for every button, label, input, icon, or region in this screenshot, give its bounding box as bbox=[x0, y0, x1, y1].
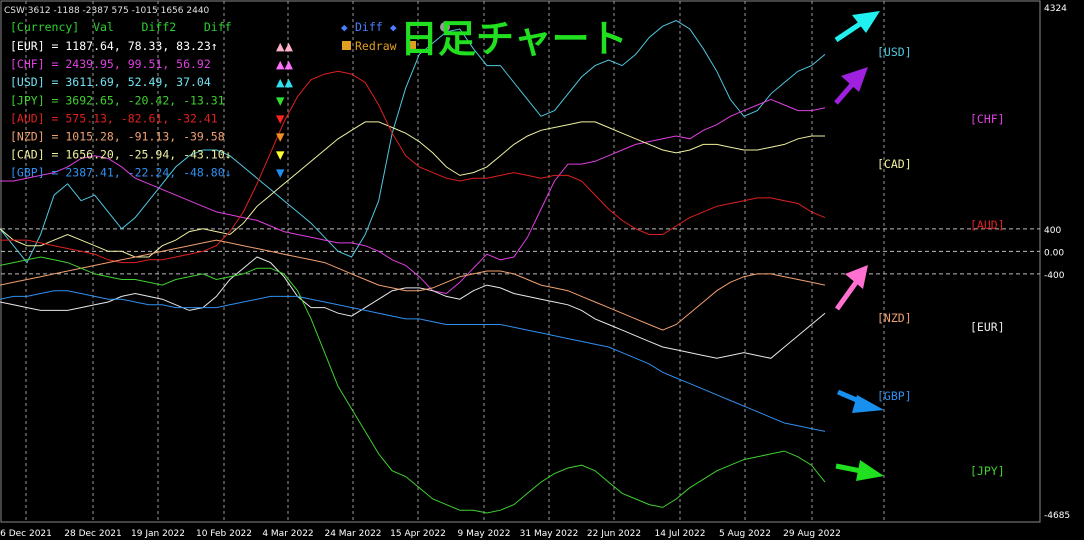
x-tick-label: 15 Apr 2022 bbox=[390, 529, 446, 539]
arrow-up-right-icon bbox=[834, 67, 868, 105]
currency-table: [Currency] Val Diff2 Diff [EUR] = 1187.6… bbox=[10, 20, 293, 180]
y-tick-label: 400 bbox=[1044, 226, 1061, 236]
table-row: [CAD] = 1656.20, -25.94, -43.10↓ bbox=[10, 148, 232, 162]
arrow-right-icon bbox=[835, 460, 884, 481]
direction-triangle-icon: ▲▲ bbox=[276, 76, 293, 89]
square-icon bbox=[342, 41, 351, 50]
y-tick-label: -400 bbox=[1044, 271, 1065, 281]
table-row: [GBP] = 2387.41, -22.24, -48.80↓ bbox=[10, 166, 232, 180]
series-line-gbp bbox=[0, 290, 826, 432]
direction-triangle-icon: ▼ bbox=[276, 131, 285, 144]
direction-triangle-icon: ▼ bbox=[276, 94, 285, 107]
diamond-icon: ◆ bbox=[390, 21, 397, 34]
redraw-label: Redraw bbox=[355, 39, 397, 53]
direction-triangle-icon: ▲▲ bbox=[276, 40, 293, 53]
indicator-header: CSW 3612 -1188 -2387 575 -1015 1656 2440 bbox=[4, 6, 210, 16]
x-tick-label: 4 Mar 2022 bbox=[262, 529, 313, 539]
arrow-up-right-icon bbox=[834, 265, 868, 311]
currency-label: [CHF] bbox=[970, 112, 1005, 126]
x-tick-label: 19 Jan 2022 bbox=[131, 529, 185, 539]
x-tick-label: 24 Mar 2022 bbox=[324, 529, 381, 539]
series-line-nzd bbox=[0, 239, 826, 331]
table-row: [NZD] = 1015.28, -91.13, -39.58 bbox=[10, 130, 225, 144]
x-tick-label: 9 May 2022 bbox=[458, 529, 511, 539]
currency-label: [EUR] bbox=[970, 320, 1005, 334]
overlay-title: 日足チャート bbox=[400, 17, 628, 61]
currency-labels: [USD] [CHF] [CAD] [AUD] [NZD] [EUR] [GBP] [JPY] bbox=[877, 45, 1005, 478]
table-row: [JPY] = 3692.65, -20.42, -13.31 bbox=[10, 93, 225, 107]
diamond-icon: ◆ bbox=[341, 21, 348, 34]
y-tick-label: 0.00 bbox=[1044, 248, 1064, 258]
currency-label: [JPY] bbox=[970, 464, 1005, 478]
currency-label: [AUD] bbox=[970, 218, 1005, 232]
currency-label: [USD] bbox=[877, 45, 912, 59]
direction-triangle-icon: ▼ bbox=[276, 112, 285, 125]
y-tick-label: -4685 bbox=[1044, 511, 1070, 521]
currency-label: [NZD] bbox=[877, 311, 912, 325]
direction-triangle-icon: ▲▲ bbox=[276, 58, 293, 71]
y-tick-label: 4324 bbox=[1044, 4, 1067, 14]
x-axis-labels: 6 Dec 2021 28 Dec 2021 19 Jan 2022 10 Feb 2… bbox=[0, 529, 841, 539]
table-header: [Currency] Val Diff2 Diff bbox=[10, 20, 232, 34]
direction-triangle-icon: ▼ bbox=[276, 149, 285, 162]
direction-triangle-icon: ▼ bbox=[276, 167, 285, 180]
x-tick-label: 14 Jul 2022 bbox=[655, 529, 706, 539]
series-line-chf bbox=[0, 98, 826, 295]
x-tick-label: 22 Jun 2022 bbox=[587, 529, 641, 539]
table-row: [USD] = 3611.69, 52.49, 37.04 bbox=[10, 75, 211, 89]
currency-label: [GBP] bbox=[877, 389, 912, 403]
x-tick-label: 31 May 2022 bbox=[520, 529, 579, 539]
series-line-eur bbox=[0, 256, 826, 359]
x-tick-label: 29 Aug 2022 bbox=[783, 529, 841, 539]
series-line-jpy bbox=[0, 256, 826, 514]
table-row: [AUD] = 575.13, -82.61, -32.41 bbox=[10, 111, 218, 125]
x-tick-label: 28 Dec 2021 bbox=[64, 529, 122, 539]
table-row: [EUR] = 1187.64, 78.33, 83.23↑ bbox=[10, 39, 218, 53]
currency-strength-chart: 6 Dec 2021 28 Dec 2021 19 Jan 2022 10 Feb 2… bbox=[0, 0, 1070, 539]
x-tick-label: 10 Feb 2022 bbox=[196, 529, 252, 539]
y-axis-labels: 4324 400 0.00 -400 -4685 bbox=[1044, 4, 1070, 521]
x-tick-label: 5 Aug 2022 bbox=[719, 529, 771, 539]
arrow-up-right-icon bbox=[834, 11, 880, 43]
x-tick-label: 6 Dec 2021 bbox=[0, 529, 52, 539]
diff-label: Diff bbox=[355, 20, 383, 34]
currency-label: [CAD] bbox=[877, 157, 912, 171]
table-row: [CHF] = 2439.95, 99.51, 56.92 bbox=[10, 57, 211, 71]
annotation-arrows bbox=[834, 11, 884, 481]
